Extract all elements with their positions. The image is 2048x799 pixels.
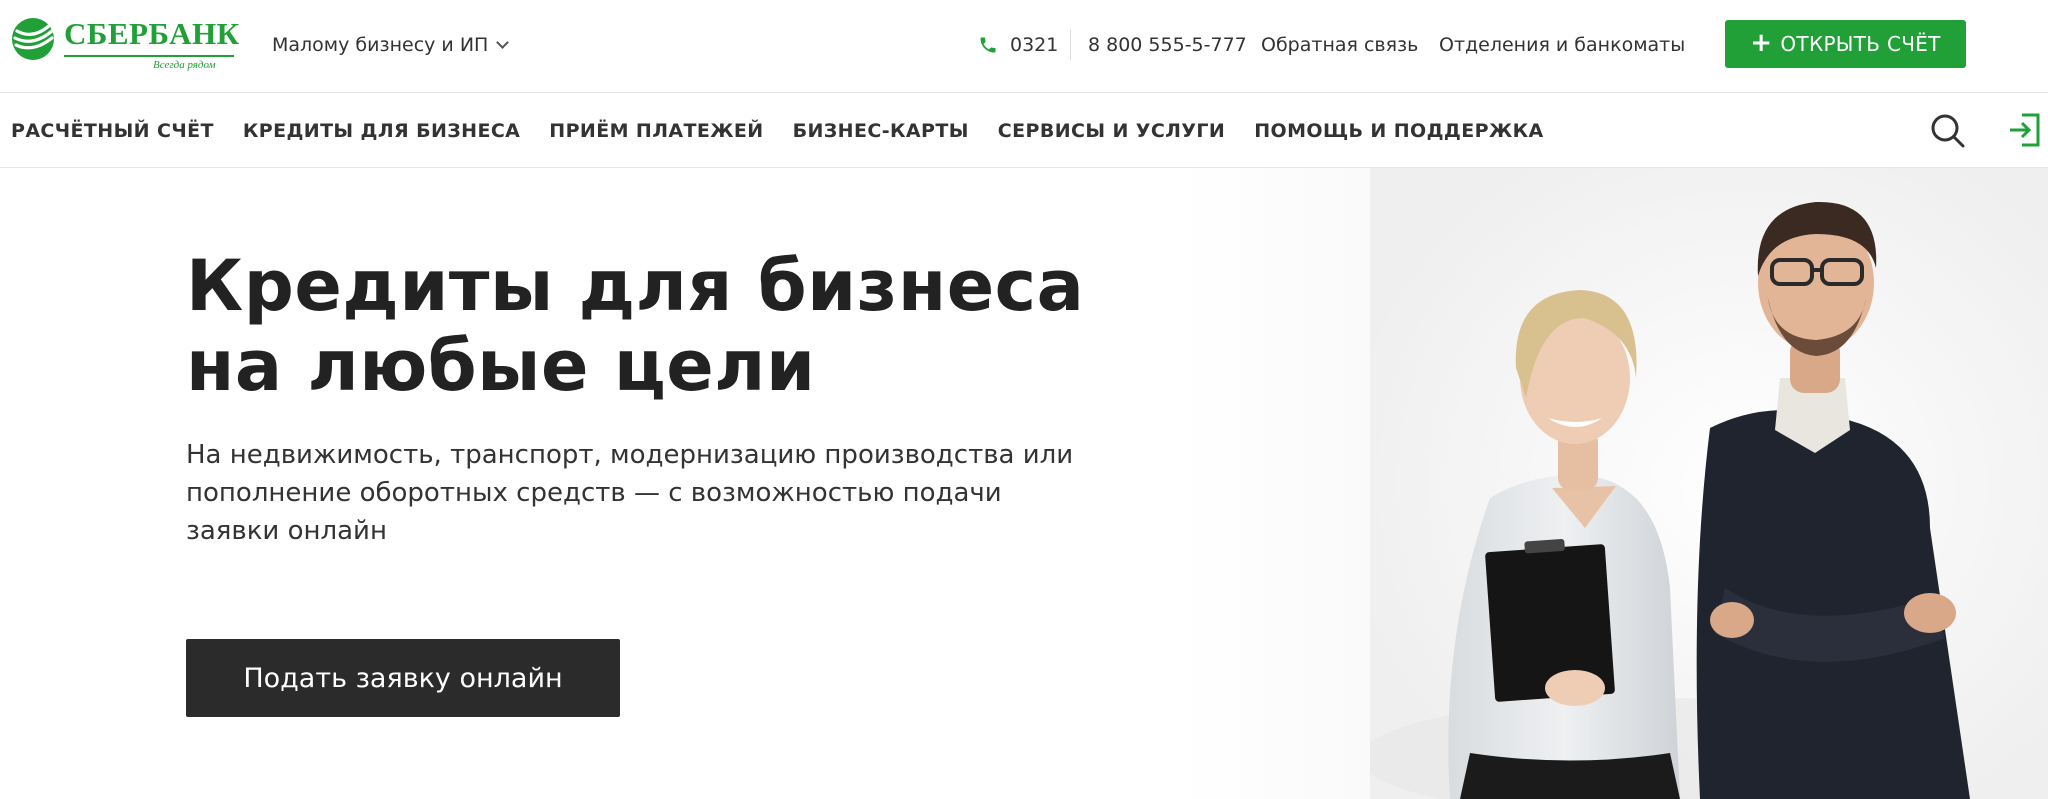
open-account-button[interactable]: + ОТКРЫТЬ СЧЁТ: [1725, 20, 1966, 68]
search-button[interactable]: [1928, 108, 1968, 152]
search-icon: [1931, 114, 1965, 148]
nav-list: РАСЧЁТНЫЙ СЧЁТ КРЕДИТЫ ДЛЯ БИЗНЕСА ПРИЁМ…: [11, 94, 1544, 168]
top-header: СБЕРБАНК Всегда рядом Малому бизнесу и И…: [0, 0, 2048, 93]
logo-wordmark: СБЕРБАНК: [64, 16, 240, 51]
nav-item-account[interactable]: РАСЧЁТНЫЙ СЧЁТ: [11, 120, 214, 142]
phone-short-number: 0321: [1010, 34, 1059, 56]
main-nav: РАСЧЁТНЫЙ СЧЁТ КРЕДИТЫ ДЛЯ БИЗНЕСА ПРИЁМ…: [0, 94, 2048, 168]
hero-title-line2: на любые цели: [186, 325, 816, 407]
hero-subtitle: На недвижимость, транспорт, модернизацию…: [186, 440, 1074, 546]
login-button[interactable]: [2004, 108, 2044, 152]
hero-title-line1: Кредиты для бизнеса: [186, 245, 1085, 327]
nav-item-services[interactable]: СЕРВИСЫ И УСЛУГИ: [998, 120, 1225, 142]
short-phone-link[interactable]: 0321: [978, 30, 1058, 60]
plus-icon: +: [1750, 28, 1773, 58]
phone-icon: [980, 37, 996, 53]
hero-photo: [1370, 168, 2048, 799]
open-account-label: ОТКРЫТЬ СЧЁТ: [1780, 32, 1941, 56]
contacts-divider: [1070, 30, 1071, 60]
long-phone-link[interactable]: 8 800 555-5-777: [1088, 30, 1247, 60]
nav-item-payments[interactable]: ПРИЁМ ПЛАТЕЖЕЙ: [549, 120, 763, 142]
page: СБЕРБАНК Всегда рядом Малому бизнесу и И…: [0, 0, 2048, 799]
hero-section: Кредиты для бизнеса на любые цели На нед…: [0, 168, 2048, 799]
feedback-link[interactable]: Обратная связь: [1261, 30, 1418, 60]
segment-selector[interactable]: Малому бизнесу и ИП: [272, 30, 510, 60]
segment-label: Малому бизнесу и ИП: [272, 34, 489, 56]
logo-underline: [64, 55, 234, 57]
sberbank-logo-icon: [12, 18, 54, 60]
branches-link[interactable]: Отделения и банкоматы: [1439, 30, 1685, 60]
hero-title: Кредиты для бизнеса на любые цели: [186, 246, 1086, 406]
chevron-down-icon: [496, 35, 510, 49]
login-icon: [2010, 113, 2040, 147]
nav-item-credits[interactable]: КРЕДИТЫ ДЛЯ БИЗНЕСА: [243, 120, 520, 142]
apply-online-label: Подать заявку онлайн: [243, 662, 563, 694]
nav-item-help[interactable]: ПОМОЩЬ И ПОДДЕРЖКА: [1254, 120, 1543, 142]
logo-slogan: Всегда рядом: [153, 59, 216, 71]
apply-online-button[interactable]: Подать заявку онлайн: [186, 639, 620, 717]
nav-item-cards[interactable]: БИЗНЕС-КАРТЫ: [793, 120, 969, 142]
sberbank-logo[interactable]: СБЕРБАНК Всегда рядом: [10, 16, 239, 72]
